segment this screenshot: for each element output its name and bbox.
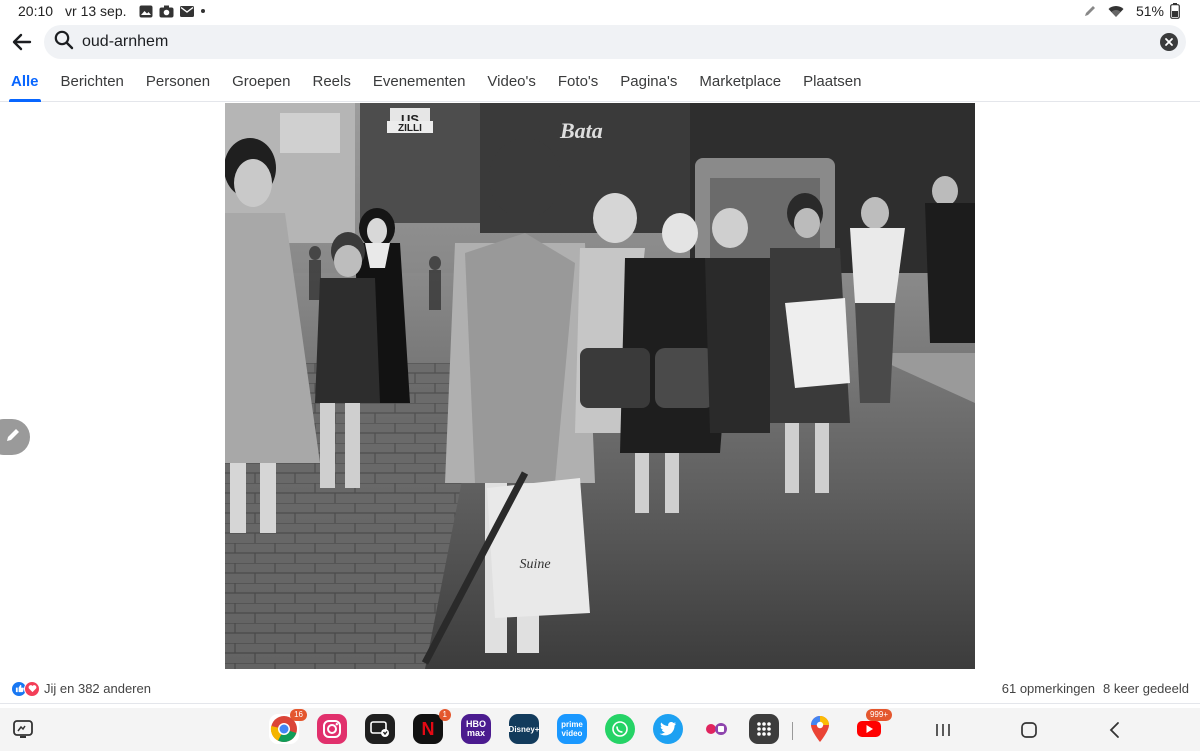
reaction-icons[interactable]: [11, 680, 40, 697]
netflix-badge: 1: [438, 709, 451, 721]
search-query[interactable]: oud-arnhem: [82, 33, 168, 51]
youtube-icon[interactable]: 999+: [854, 709, 892, 744]
pen-icon: [1084, 4, 1096, 18]
post-photo[interactable]: US ZILLI Bata Suine: [225, 103, 975, 669]
tab-reels[interactable]: Reels: [312, 62, 350, 102]
instagram-icon[interactable]: [317, 714, 347, 744]
search-icon: [54, 30, 74, 55]
chrome-icon[interactable]: 16: [269, 709, 307, 744]
tab-evenementen[interactable]: Evenementen: [373, 62, 466, 102]
app-pair-icon[interactable]: [701, 714, 731, 744]
netflix-icon[interactable]: N 1: [413, 709, 451, 744]
battery-percent: 51%: [1135, 3, 1164, 19]
edit-floating-button[interactable]: [0, 419, 30, 455]
status-time: 20:10: [18, 3, 54, 19]
prime-video-label: prime video: [561, 720, 583, 738]
pencil-icon: [5, 427, 21, 448]
status-date: vr 13 sep.: [65, 3, 127, 19]
chrome-badge: 16: [290, 709, 307, 721]
hbo-max-label: HBO max: [466, 719, 486, 738]
netflix-label: N: [421, 718, 435, 739]
twitter-icon[interactable]: [653, 714, 683, 744]
shares-count[interactable]: 8 keer gedeeld: [1103, 681, 1189, 696]
comments-count[interactable]: 61 opmerkingen: [1002, 681, 1095, 696]
post-reactions-bar: Jij en 382 anderen 61 opmerkingen 8 keer…: [0, 674, 1200, 704]
reactions-text[interactable]: Jij en 382 anderen: [44, 681, 151, 696]
back-arrow-icon[interactable]: [10, 30, 34, 54]
love-icon: [24, 680, 40, 697]
recent-screen-icon[interactable]: [12, 718, 34, 740]
home-nav-icon[interactable]: [1018, 719, 1040, 741]
recent-apps-nav-icon[interactable]: [932, 719, 954, 741]
tab-videos[interactable]: Video's: [487, 62, 535, 102]
clear-search-icon[interactable]: [1160, 33, 1178, 51]
screen-recorder-icon[interactable]: [365, 714, 395, 744]
disney-plus-label: Disney+: [508, 724, 540, 734]
tab-berichten[interactable]: Berichten: [61, 62, 124, 102]
taskbar-dock: 16 N 1 HBO max Disney+ prime video 999+: [0, 708, 1200, 751]
street-scene-illustration: US ZILLI Bata Suine: [225, 103, 975, 669]
back-nav-icon[interactable]: [1104, 719, 1126, 741]
search-field[interactable]: oud-arnhem: [44, 25, 1186, 59]
tab-groepen[interactable]: Groepen: [232, 62, 290, 102]
status-bar: 20:10 vr 13 sep. 51%: [0, 0, 1200, 22]
dock-separator: [792, 722, 793, 740]
camera-icon: [159, 4, 174, 18]
whatsapp-icon[interactable]: [605, 714, 635, 744]
tab-personen[interactable]: Personen: [146, 62, 210, 102]
photo-sign-zilli: ZILLI: [398, 123, 422, 134]
gallery-icon: [139, 4, 153, 18]
hbo-max-icon[interactable]: HBO max: [461, 714, 491, 744]
battery-icon: [1170, 3, 1180, 19]
photo-sign-bata: Bata: [559, 118, 603, 143]
tab-alle[interactable]: Alle: [9, 62, 41, 102]
disney-plus-icon[interactable]: Disney+: [509, 714, 539, 744]
tab-marketplace[interactable]: Marketplace: [699, 62, 781, 102]
dot-icon: [200, 4, 206, 18]
photo-bag-text: Suine: [519, 557, 550, 572]
prime-video-icon[interactable]: prime video: [557, 714, 587, 744]
maps-icon[interactable]: [805, 714, 835, 744]
mail-icon: [179, 4, 194, 18]
tab-plaatsen[interactable]: Plaatsen: [803, 62, 861, 102]
search-filter-tabs: Alle Berichten Personen Groepen Reels Ev…: [0, 62, 1200, 102]
app-grid-icon[interactable]: [749, 714, 779, 744]
tab-paginas[interactable]: Pagina's: [620, 62, 677, 102]
wifi-icon: [1108, 4, 1124, 18]
tab-fotos[interactable]: Foto's: [558, 62, 598, 102]
youtube-badge: 999+: [865, 709, 892, 721]
